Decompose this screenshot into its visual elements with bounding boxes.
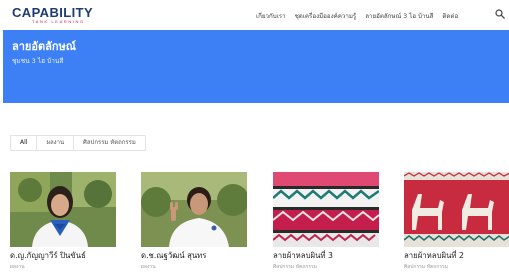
card-category[interactable]: ศิลปกรรม หัตถกรรม (273, 263, 379, 271)
portfolio-card[interactable]: ด.ช.ณฐวัฒน์ สุนทร ผลงาน (141, 172, 247, 271)
search-icon[interactable] (495, 9, 505, 19)
textile-photo[interactable] (404, 172, 509, 247)
page-subtitle: ชุมชน 3 ไฮ บ้านสี (12, 57, 64, 65)
filter-all[interactable]: All (11, 136, 38, 150)
nav-item-about[interactable]: เกี่ยวกับเรา (256, 11, 286, 21)
filter-arts-crafts[interactable]: ศิลปกรรม หัตถกรรม (74, 136, 145, 150)
main-menu: เกี่ยวกับเรา ชุดเครื่องมือองค์ความรู้ ลา… (256, 11, 458, 21)
card-title[interactable]: ด.ญ.กัญญาวีร์ ปินขันธ์ (10, 250, 116, 262)
card-category[interactable]: ผลงาน (141, 263, 247, 271)
student-photo[interactable] (10, 172, 116, 247)
card-title[interactable]: ด.ช.ณฐวัฒน์ สุนทร (141, 250, 247, 262)
site-logo[interactable]: CAPABILITY TANK LEARNING (12, 6, 93, 25)
portfolio-card[interactable]: ลายผ้าหลบผินที่ 2 ศิลปกรรม หัตถกรรม (404, 172, 509, 271)
page-header-banner: ลายอัตลักษณ์ ชุมชน 3 ไฮ บ้านสี (3, 30, 509, 103)
card-category[interactable]: ผลงาน (10, 263, 116, 271)
logo-tagline: TANK LEARNING (32, 19, 85, 24)
card-title[interactable]: ลายผ้าหลบผินที่ 2 (404, 250, 509, 262)
nav-item-toolkit[interactable]: ชุดเครื่องมือองค์ความรู้ (295, 11, 357, 21)
nav-item-patterns[interactable]: ลายอัตลักษณ์ 3 ไฮ บ้านสี (365, 11, 433, 21)
card-title[interactable]: ลายผ้าหลบผินที่ 3 (273, 250, 379, 262)
portfolio-card[interactable]: ลายผ้าหลบผินที่ 3 ศิลปกรรม หัตถกรรม (273, 172, 379, 271)
top-navigation-bar: CAPABILITY TANK LEARNING เกี่ยวกับเรา ชุ… (0, 0, 509, 30)
card-category[interactable]: ศิลปกรรม หัตถกรรม (404, 263, 509, 271)
textile-photo[interactable] (273, 172, 379, 247)
filter-work[interactable]: ผลงาน (37, 136, 75, 150)
page-title: ลายอัตลักษณ์ (12, 40, 76, 53)
student-photo[interactable] (141, 172, 247, 247)
portfolio-filter-bar: All ผลงาน ศิลปกรรม หัตถกรรม (10, 135, 146, 151)
portfolio-card[interactable]: ด.ญ.กัญญาวีร์ ปินขันธ์ ผลงาน (10, 172, 116, 271)
logo-wordmark: CAPABILITY (12, 5, 94, 20)
nav-item-contact[interactable]: ติดต่อ (442, 11, 458, 21)
